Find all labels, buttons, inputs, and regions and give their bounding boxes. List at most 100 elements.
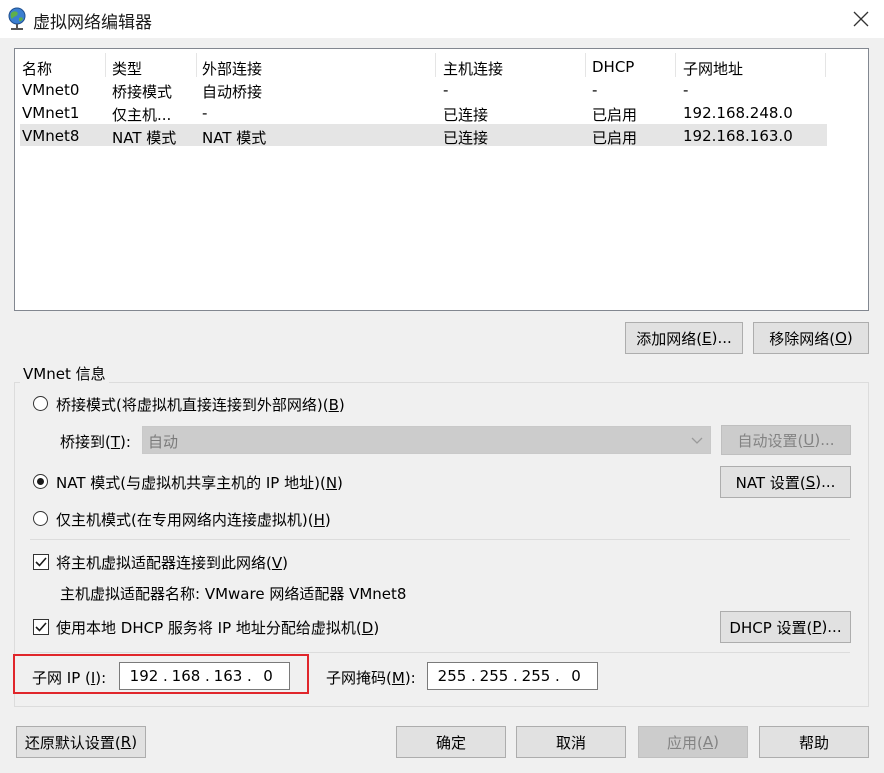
window-title: 虚拟网络编辑器 [33, 13, 152, 33]
host-only-radio[interactable] [33, 511, 48, 526]
cell-dhcp: 已启用 [592, 129, 638, 147]
button-label: 应用( [667, 733, 703, 752]
network-list[interactable]: 名称 类型 外部连接 主机连接 DHCP 子网地址 VMnet0 桥接模式 自动… [14, 48, 869, 311]
button-label: 还原默认设置( [24, 733, 121, 752]
connect-adapter-label[interactable]: 将主机虚拟适配器连接到此网络(V) [56, 552, 288, 573]
column-header-host[interactable]: 主机连接 [443, 58, 503, 79]
mask-octet[interactable]: 255 [434, 667, 470, 685]
chevron-down-icon [691, 437, 703, 444]
cell-host: - [443, 81, 449, 99]
apply-button[interactable]: 应用(A) [638, 726, 748, 758]
checkmark-icon [35, 557, 47, 567]
auto-settings-button[interactable]: 自动设置(U)... [721, 425, 851, 455]
adapter-name-text: 主机虚拟适配器名称: VMware 网络适配器 VMnet8 [60, 585, 407, 603]
button-label: ) [131, 733, 138, 751]
cell-external: - [202, 104, 208, 122]
column-header-type[interactable]: 类型 [112, 58, 142, 79]
divider [30, 652, 850, 653]
label-text: 使用本地 DHCP 服务将 IP 地址分配给虚拟机( [56, 619, 362, 637]
column-separator[interactable] [585, 53, 586, 77]
label-accesskey: V [271, 554, 283, 572]
bridged-mode-label[interactable]: 桥接模式(将虚拟机直接连接到外部网络)(B) [56, 394, 345, 415]
cell-subnet: 192.168.163.0 [683, 127, 793, 145]
remove-network-button[interactable]: 移除网络(O) [753, 322, 869, 354]
cell-dhcp: - [592, 81, 598, 99]
nat-mode-radio[interactable] [33, 474, 48, 489]
divider [30, 539, 850, 540]
help-button[interactable]: 帮助 [759, 726, 869, 758]
bridge-to-value: 自动 [148, 433, 179, 451]
cell-subnet: - [683, 81, 689, 99]
close-icon [853, 11, 869, 27]
button-accesskey: S [805, 473, 816, 491]
column-separator[interactable] [196, 53, 197, 77]
label-text: 桥接模式(将虚拟机直接连接到外部网络)( [56, 396, 329, 414]
bridge-to-label: 桥接到(T): [60, 431, 131, 452]
label-accesskey: H [313, 511, 325, 529]
nat-mode-label[interactable]: NAT 模式(与虚拟机共享主机的 IP 地址)(N) [56, 472, 343, 493]
subnet-mask-input[interactable]: 255 . 255 . 255 . 0 [427, 662, 598, 690]
label-text: ) [373, 619, 380, 637]
cell-name: VMnet0 [22, 81, 80, 99]
column-header-external[interactable]: 外部连接 [202, 58, 262, 79]
cancel-button[interactable]: 取消 [516, 726, 626, 758]
cell-type: 桥接模式 [112, 83, 173, 101]
use-dhcp-checkbox[interactable] [33, 619, 49, 635]
checkmark-icon [35, 622, 47, 632]
cell-external: 自动桥接 [202, 83, 263, 101]
label-accesskey: N [325, 474, 338, 492]
column-separator[interactable] [435, 53, 436, 77]
cell-type: NAT 模式 [112, 129, 177, 147]
label-text: 桥接到( [60, 433, 111, 451]
cell-host: 已连接 [443, 106, 489, 124]
label-text: ) [282, 554, 288, 572]
use-dhcp-label[interactable]: 使用本地 DHCP 服务将 IP 地址分配给虚拟机(D) [56, 617, 379, 638]
button-label: ) [846, 329, 853, 347]
host-only-label[interactable]: 仅主机模式(在专用网络内连接虚拟机)(H) [56, 509, 331, 530]
add-network-button[interactable]: 添加网络(E)... [625, 322, 743, 354]
subnet-mask-label: 子网掩码(M): [326, 667, 416, 688]
mask-octet[interactable]: 255 [518, 667, 554, 685]
column-header-subnet[interactable]: 子网地址 [683, 58, 743, 79]
label-accesskey: T [110, 433, 121, 451]
button-accesskey: O [835, 329, 847, 347]
button-accesskey: A [702, 733, 714, 751]
button-accesskey: P [812, 618, 822, 636]
label-text: ): [120, 433, 131, 451]
mask-octet[interactable]: 0 [558, 667, 594, 685]
button-label: 移除网络( [769, 329, 836, 348]
cell-name: VMnet8 [22, 127, 80, 145]
label-text: ) [337, 474, 343, 492]
column-separator[interactable] [105, 53, 106, 77]
label-text: ): [404, 669, 416, 687]
bridge-to-select[interactable]: 自动 [142, 426, 711, 454]
button-label: )... [821, 618, 842, 636]
close-button[interactable] [838, 0, 884, 38]
nat-settings-button[interactable]: NAT 设置(S)... [720, 466, 851, 498]
cell-external: NAT 模式 [202, 129, 267, 147]
button-accesskey: U [803, 431, 815, 449]
label-accesskey: D [361, 619, 374, 637]
column-header-name[interactable]: 名称 [22, 58, 52, 79]
ok-button[interactable]: 确定 [396, 726, 506, 758]
button-label: ) [713, 733, 719, 751]
label-text: 子网掩码( [326, 669, 392, 687]
vmnet-info-label: VMnet 信息 [20, 363, 109, 384]
column-separator[interactable] [675, 53, 676, 77]
button-label: )... [814, 431, 835, 449]
label-text: ) [324, 511, 331, 529]
column-header-dhcp[interactable]: DHCP [592, 58, 634, 76]
label-text: 将主机虚拟适配器连接到此网络( [56, 554, 272, 572]
cell-dhcp: 已启用 [592, 106, 638, 124]
cell-type: 仅主机... [112, 106, 172, 124]
bridged-mode-radio[interactable] [33, 396, 48, 411]
label-text: NAT 模式(与虚拟机共享主机的 IP 地址)( [56, 474, 326, 492]
mask-octet[interactable]: 255 [476, 667, 512, 685]
restore-defaults-button[interactable]: 还原默认设置(R) [16, 726, 146, 758]
column-separator[interactable] [825, 53, 826, 77]
button-label: 自动设置( [737, 431, 804, 450]
connect-adapter-checkbox[interactable] [33, 554, 49, 570]
cell-subnet: 192.168.248.0 [683, 104, 793, 122]
button-accesskey: R [120, 733, 132, 751]
dhcp-settings-button[interactable]: DHCP 设置(P)... [720, 611, 851, 643]
